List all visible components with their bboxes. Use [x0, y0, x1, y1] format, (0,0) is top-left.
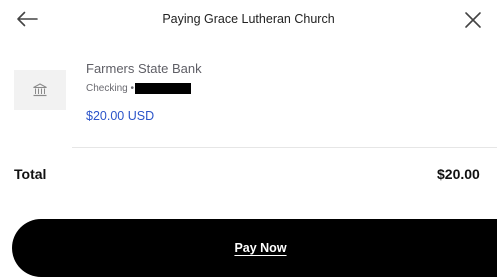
payment-review-screen: Paying Grace Lutheran Church Farmers Sta… — [0, 0, 497, 279]
total-row: Total $20.00 — [14, 166, 497, 186]
bank-name: Farmers State Bank — [86, 61, 202, 76]
bank-icon-tile — [14, 70, 66, 110]
pay-now-button[interactable]: Pay Now — [12, 219, 497, 277]
close-button[interactable] — [461, 8, 485, 32]
bank-icon — [33, 83, 47, 97]
account-line: Checking • — [86, 83, 191, 94]
page-title: Paying Grace Lutheran Church — [162, 12, 335, 26]
total-label: Total — [14, 166, 47, 182]
total-value: $20.00 — [437, 166, 480, 182]
account-type: Checking • — [86, 83, 134, 94]
close-icon — [465, 12, 481, 28]
redacted-account-number — [134, 83, 191, 94]
payment-amount: $20.00 USD — [86, 109, 155, 123]
pay-now-label: Pay Now — [234, 241, 287, 255]
payment-source[interactable]: Farmers State Bank Checking • $20.00 USD — [14, 58, 483, 138]
header: Paying Grace Lutheran Church — [0, 0, 497, 44]
divider — [72, 147, 497, 148]
